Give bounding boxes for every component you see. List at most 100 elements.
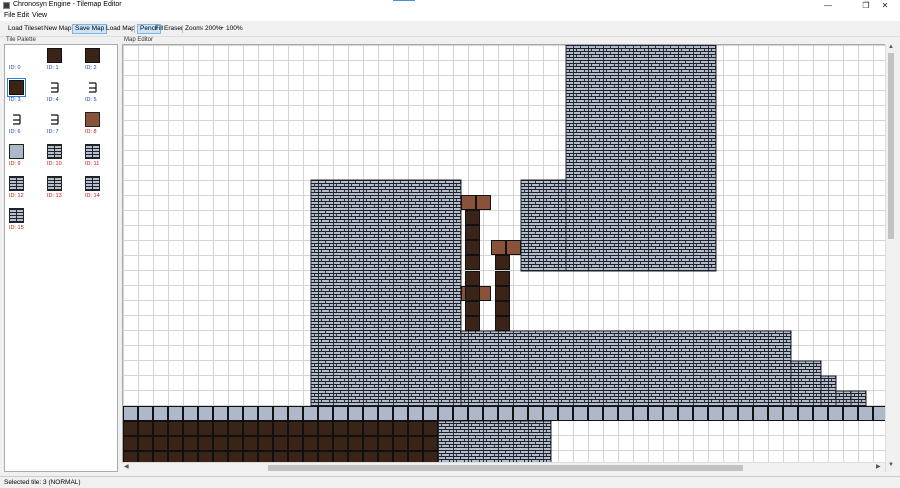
menu-edit[interactable]: Edit [17,12,29,19]
palette-tile-7[interactable]: ID: 7 [44,110,74,140]
stone-tile [393,406,408,421]
brick-tile-region [820,375,837,407]
dark-tile [393,436,408,451]
stone-tile [678,406,693,421]
dark-tile [123,436,138,451]
stone-tile [303,406,318,421]
horizontal-scrollbar[interactable]: ◀ ▶ [122,462,885,472]
tile-swatch[interactable] [85,48,100,63]
palette-tile-0[interactable]: ID: 0 [6,46,36,76]
tile-swatch[interactable] [9,112,24,127]
brown-tile [506,240,521,255]
dark-tile [243,436,258,451]
dark-tile [273,421,288,436]
palette-tile-3[interactable]: ID: 3 [6,78,36,108]
palette-tile-1[interactable]: ID: 1 [44,46,74,76]
dark-tile [408,421,423,436]
tile-palette-title: Tile Palette [6,37,36,43]
tile-swatch[interactable] [47,176,62,191]
scroll-down-icon[interactable]: ▼ [887,462,895,468]
horizontal-scroll-thumb[interactable] [268,465,743,471]
brick-tile-region [835,390,852,407]
load-tileset-button[interactable]: Load Tileset [6,24,45,34]
toolbar: Load Tileset New Map Save Map Load Map P… [0,22,900,37]
dark-tile [408,436,423,451]
palette-tile-13[interactable]: ID: 13 [44,174,74,204]
dark-tile [363,436,378,451]
dark-tile [213,421,228,436]
tile-swatch[interactable] [7,78,26,97]
stone-tile [423,406,438,421]
palette-tile-10[interactable]: ID: 10 [44,142,74,172]
tile-swatch[interactable] [9,208,24,223]
palette-tile-15[interactable]: ID: 15 [6,206,36,236]
tile-swatch[interactable] [47,112,62,127]
zoom-reset-button[interactable]: 100% [224,24,245,34]
palette-tile-5[interactable]: ID: 5 [82,78,112,108]
menu-file[interactable]: File [4,12,15,19]
palette-tile-6[interactable]: ID: 6 [6,110,36,140]
stone-tile [243,406,258,421]
tile-swatch[interactable] [9,48,24,63]
stone-tile [288,406,303,421]
vertical-scrollbar[interactable]: ▲ ▼ [885,44,895,472]
tile-swatch[interactable] [47,48,62,63]
stone-tile [498,406,513,421]
dark-tile [243,421,258,436]
stone-tile [363,406,378,421]
palette-tile-2[interactable]: ID: 2 [82,46,112,76]
dark-tile [168,436,183,451]
menu-view[interactable]: View [32,12,47,19]
brick-tile-region [430,420,552,463]
dark-tile [273,436,288,451]
stone-tile [693,406,708,421]
stone-tile [633,406,648,421]
tile-swatch[interactable] [9,176,24,191]
tile-id-label: ID: 6 [9,129,21,135]
tile-id-label: ID: 2 [85,65,97,71]
status-bar: Selected tile: 3 (NORMAL) [0,476,900,488]
tile-swatch[interactable] [85,144,100,159]
tile-swatch[interactable] [85,112,100,127]
dark-tile [228,436,243,451]
dark-tile [333,436,348,451]
tile-swatch[interactable] [47,144,62,159]
scroll-up-icon[interactable]: ▲ [887,44,895,50]
palette-tile-11[interactable]: ID: 11 [82,142,112,172]
toolbar-separator [134,25,135,33]
tilemap[interactable] [123,45,886,463]
map-editor-title: Map Editor [124,37,154,43]
stone-tile [618,406,633,421]
palette-tile-8[interactable]: ID: 8 [82,110,112,140]
save-map-button[interactable]: Save Map [72,24,108,34]
dark-tile [495,255,510,270]
palette-tile-4[interactable]: ID: 4 [44,78,74,108]
map-editor-canvas[interactable] [122,44,895,472]
dark-tile [363,421,378,436]
stone-tile [558,406,573,421]
load-map-button[interactable]: Load Map [104,24,137,34]
stone-tile [603,406,618,421]
minimize-button[interactable]: — [813,0,843,11]
palette-tile-14[interactable]: ID: 14 [82,174,112,204]
vertical-scroll-thumb[interactable] [888,53,894,239]
palette-tile-9[interactable]: ID: 9 [6,142,36,172]
stone-tile [438,406,453,421]
tile-swatch[interactable] [9,144,24,159]
dark-tile [318,421,333,436]
title-accent [393,0,415,1]
tile-swatch[interactable] [85,80,100,95]
dark-tile [465,255,480,270]
new-map-button[interactable]: New Map [42,24,73,34]
tile-swatch[interactable] [85,176,100,191]
scroll-right-icon[interactable]: ▶ [876,463,881,470]
palette-tile-12[interactable]: ID: 12 [6,174,36,204]
dark-tile [288,436,303,451]
scroll-left-icon[interactable]: ◀ [124,463,129,470]
dark-tile [183,436,198,451]
dark-tile [423,436,438,451]
stone-tile [753,406,768,421]
stone-tile [198,406,213,421]
tile-swatch[interactable] [47,80,62,95]
close-button[interactable]: ✕ [870,0,900,11]
